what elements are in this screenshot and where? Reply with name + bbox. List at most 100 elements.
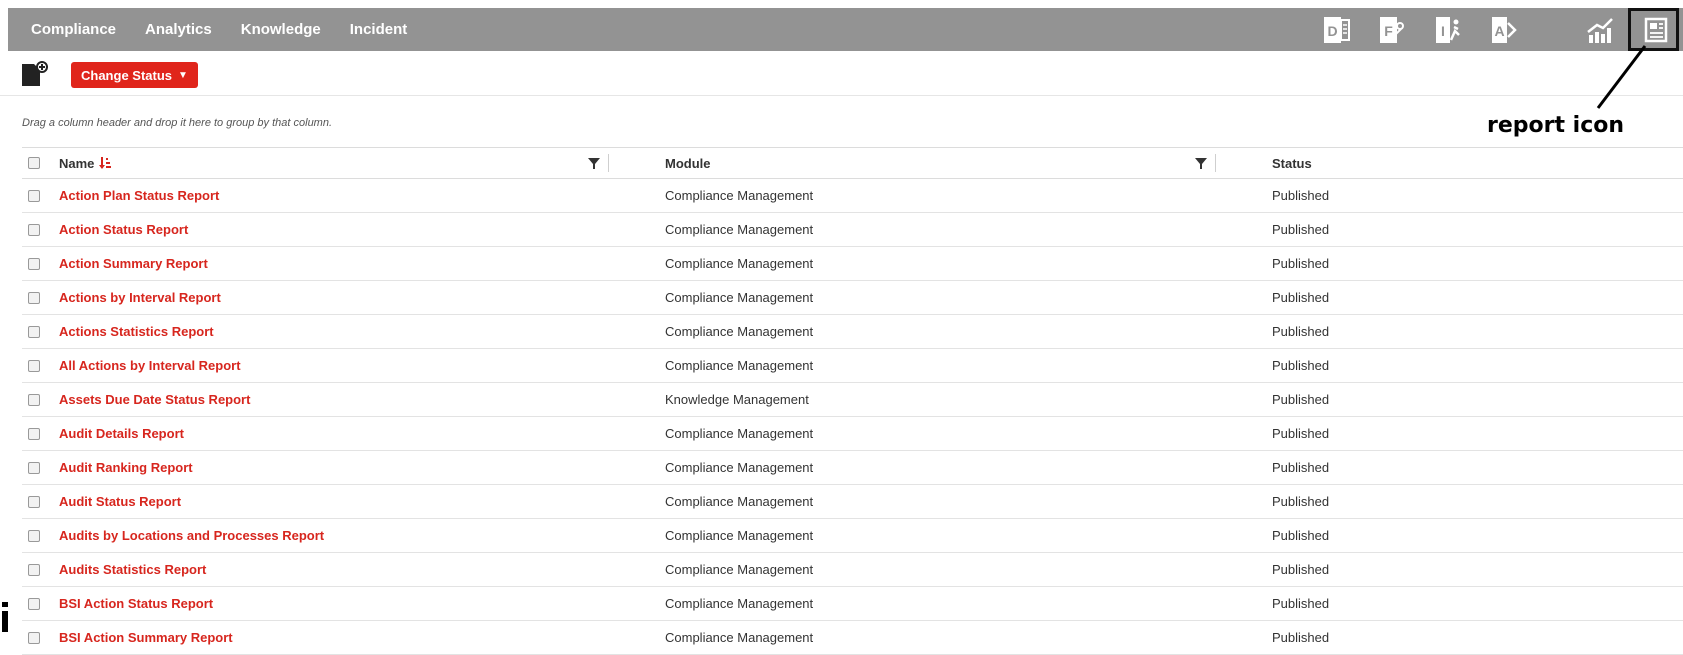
row-checkbox[interactable] [28,631,40,644]
table-row[interactable]: Actions Statistics Report Compliance Mana… [22,315,1683,349]
report-name-link[interactable]: Audit Details Report [59,426,184,441]
table-row[interactable]: Audit Ranking Report Compliance Managemen… [22,451,1683,485]
column-header-status[interactable]: Status [1272,148,1572,178]
row-checkbox[interactable] [28,325,40,338]
table-row[interactable]: All Actions by Interval Report Compliance… [22,349,1683,383]
table-row[interactable]: Action Plan Status Report Compliance Mana… [22,179,1683,213]
change-status-label: Change Status [81,67,173,83]
table-row[interactable]: Audit Details Report Compliance Managemen… [22,417,1683,451]
table-row[interactable]: Audits Statistics Report Compliance Manag… [22,553,1683,587]
row-checkbox[interactable] [28,359,40,372]
module-cell: Compliance Management [665,256,814,271]
row-checkbox[interactable] [28,257,40,270]
cropped-glyph-fragment [2,602,8,632]
filter-module-icon[interactable] [1194,156,1208,170]
report-name-link[interactable]: BSI Action Summary Report [59,630,233,645]
row-checkbox[interactable] [28,495,40,508]
status-cell: Published [1272,528,1330,543]
report-name-link[interactable]: All Actions by Interval Report [59,358,241,373]
nav-item-incident[interactable]: Incident [350,21,408,38]
table-row[interactable]: Audit Status Report Compliance Management… [22,485,1683,519]
status-cell: Published [1272,596,1330,611]
status-cell: Published [1272,630,1330,645]
row-checkbox[interactable] [28,461,40,474]
main-nav: Compliance Analytics Knowledge Incident [8,8,413,51]
status-cell: Published [1272,290,1330,305]
module-cell: Compliance Management [665,188,814,203]
table-row[interactable]: Action Status Report Compliance Managemen… [22,213,1683,247]
column-header-name[interactable]: Name [59,148,639,178]
status-cell: Published [1272,324,1330,339]
table-row[interactable]: BSI Action Status Report Compliance Manag… [22,587,1683,621]
report-name-link[interactable]: Actions Statistics Report [59,324,214,339]
grid-toolbar [0,51,1683,96]
table-row[interactable]: Audits by Locations and Processes Report… [22,519,1683,553]
column-separator [1215,154,1216,172]
module-cell: Compliance Management [665,324,814,339]
svg-text:F: F [1384,23,1393,39]
row-checkbox[interactable] [28,291,40,304]
callout-label: report icon [1487,113,1625,138]
row-checkbox[interactable] [28,563,40,576]
status-cell: Published [1272,358,1330,373]
report-name-link[interactable]: Audit Ranking Report [59,460,193,475]
table-row[interactable]: Action Summary Report Compliance Manageme… [22,247,1683,281]
report-name-link[interactable]: Audits Statistics Report [59,562,206,577]
module-cell: Compliance Management [665,290,814,305]
report-name-link[interactable]: Action Plan Status Report [59,188,219,203]
report-name-link[interactable]: Audit Status Report [59,494,181,509]
report-name-link[interactable]: Audits by Locations and Processes Report [59,528,324,543]
status-cell: Published [1272,188,1330,203]
module-cell: Knowledge Management [665,392,809,407]
audit-letter-a-icon[interactable]: A [1489,15,1519,45]
grid-body: Action Plan Status Report Compliance Mana… [22,179,1683,655]
status-cell: Published [1272,222,1330,237]
module-cell: Compliance Management [665,596,814,611]
analytics-chart-icon[interactable] [1585,15,1615,45]
svg-text:A: A [1494,23,1504,39]
column-header-name-label: Name [59,155,95,171]
form-letter-f-icon[interactable]: F [1377,15,1407,45]
row-checkbox[interactable] [28,189,40,202]
table-row[interactable]: BSI Action Summary Report Compliance Mana… [22,621,1683,655]
module-cell: Compliance Management [665,460,814,475]
nav-item-analytics[interactable]: Analytics [145,21,212,38]
report-name-link[interactable]: Actions by Interval Report [59,290,221,305]
status-cell: Published [1272,460,1330,475]
callout-arrow-line [1596,45,1647,109]
report-name-link[interactable]: Action Status Report [59,222,188,237]
status-cell: Published [1272,256,1330,271]
new-document-icon[interactable] [20,60,48,88]
select-all-checkbox[interactable] [28,157,40,169]
row-checkbox[interactable] [28,223,40,236]
status-cell: Published [1272,426,1330,441]
incident-letter-i-icon[interactable]: I [1433,15,1463,45]
row-checkbox[interactable] [28,427,40,440]
report-name-link[interactable]: Assets Due Date Status Report [59,392,250,407]
module-cell: Compliance Management [665,630,814,645]
document-letter-d-icon[interactable]: D [1321,15,1351,45]
report-name-link[interactable]: BSI Action Status Report [59,596,213,611]
row-checkbox[interactable] [28,529,40,542]
column-header-module[interactable]: Module [665,148,1225,178]
status-cell: Published [1272,494,1330,509]
nav-item-knowledge[interactable]: Knowledge [241,21,321,38]
report-name-link[interactable]: Action Summary Report [59,256,208,271]
status-cell: Published [1272,562,1330,577]
nav-item-compliance[interactable]: Compliance [31,21,116,38]
row-checkbox[interactable] [28,393,40,406]
chevron-down-icon: ▼ [178,69,188,81]
module-cell: Compliance Management [665,426,814,441]
module-cell: Compliance Management [665,528,814,543]
table-row[interactable]: Assets Due Date Status Report Knowledge M… [22,383,1683,417]
reports-grid: Name Module Status Action Plan Status Re… [22,147,1683,655]
grid-header-row: Name Module Status [22,147,1683,179]
status-cell: Published [1272,392,1330,407]
column-header-status-label: Status [1272,155,1312,171]
table-row[interactable]: Actions by Interval Report Compliance Man… [22,281,1683,315]
filter-name-icon[interactable] [587,156,601,170]
sort-descending-icon[interactable] [99,156,112,170]
row-checkbox[interactable] [28,597,40,610]
change-status-button[interactable]: Change Status ▼ [71,62,198,88]
top-navigation-bar: Compliance Analytics Knowledge Incident … [8,8,1683,51]
